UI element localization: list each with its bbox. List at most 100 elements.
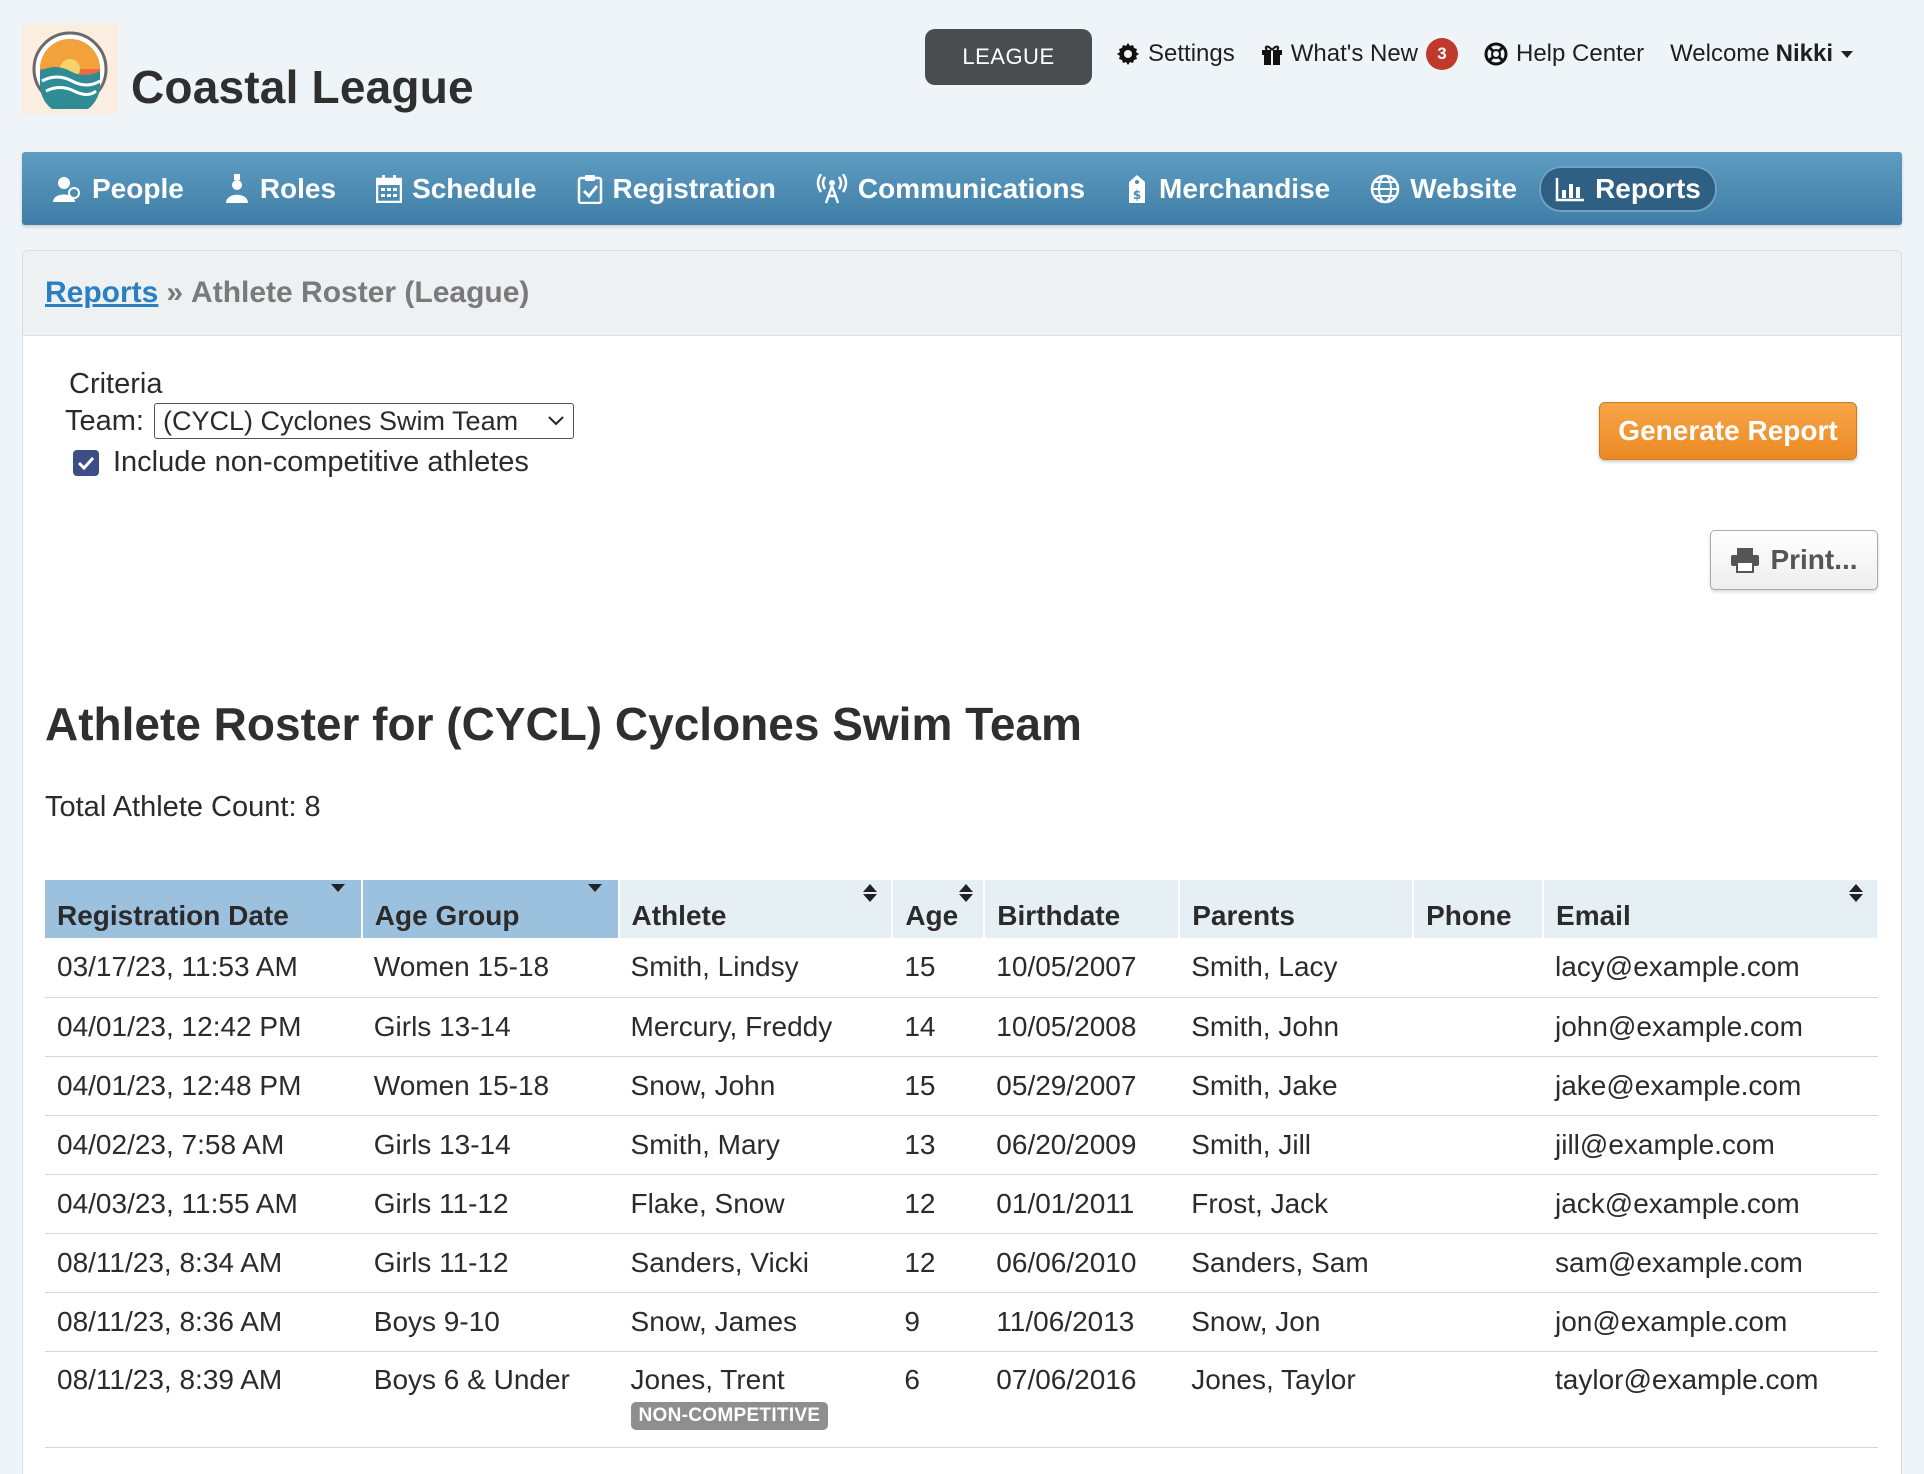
- header-registration-date-label: Registration Date: [57, 900, 289, 931]
- criteria-label: Criteria: [69, 368, 163, 400]
- cell-email: sam@example.com: [1543, 1233, 1878, 1293]
- header-parents: Parents: [1179, 880, 1415, 938]
- cell-parents: Frost, Jack: [1179, 1174, 1414, 1234]
- roster-table: Registration Date Age Group Athlete Age …: [45, 880, 1879, 1448]
- cell-parents: Smith, John: [1179, 997, 1414, 1057]
- broadcast-tower-icon: [816, 173, 848, 203]
- whats-new-link[interactable]: What's New 3: [1261, 38, 1458, 70]
- cell-birthdate: 07/06/2016: [984, 1351, 1180, 1448]
- table-row: 03/17/23, 11:53 AM Women 15-18 Smith, Li…: [45, 938, 1878, 998]
- team-label: Team:: [65, 404, 144, 437]
- globe-icon: [1370, 174, 1400, 203]
- cell-age: 12: [892, 1174, 985, 1234]
- cell-age: 6: [892, 1351, 985, 1448]
- cell-parents: Sanders, Sam: [1179, 1233, 1414, 1293]
- header-registration-date[interactable]: Registration Date: [45, 880, 363, 938]
- welcome-text: Welcome: [1670, 40, 1770, 67]
- nav-communications-label: Communications: [857, 172, 1086, 204]
- cell-age: 13: [892, 1115, 985, 1175]
- cell-age-group: Girls 13-14: [361, 997, 619, 1057]
- cell-phone: [1413, 1292, 1544, 1352]
- nav-reports[interactable]: Reports: [1539, 165, 1717, 212]
- nav-website-label: Website: [1410, 172, 1518, 204]
- nav-roles[interactable]: Roles: [224, 166, 336, 212]
- gift-icon: [1261, 45, 1282, 65]
- league-logo[interactable]: [22, 24, 118, 114]
- table-row: 08/11/23, 8:36 AM Boys 9-10 Snow, James …: [45, 1292, 1878, 1352]
- cell-phone: [1413, 938, 1544, 998]
- athlete-name: Jones, Trent: [630, 1363, 785, 1395]
- team-criteria: Team: (CYCL) Cyclones Swim Team: [65, 403, 574, 439]
- cell-age-group: Girls 11-12: [361, 1233, 619, 1293]
- table-row: 04/03/23, 11:55 AM Girls 11-12 Flake, Sn…: [45, 1174, 1878, 1234]
- cell-age: 9: [892, 1292, 985, 1352]
- breadcrumb-separator: »: [166, 276, 184, 309]
- cell-birthdate: 10/05/2007: [984, 938, 1180, 998]
- cell-age-group: Girls 11-12: [361, 1174, 619, 1234]
- header-phone: Phone: [1413, 880, 1545, 938]
- include-noncompetitive-row[interactable]: Include non-competitive athletes: [73, 446, 529, 479]
- header-age[interactable]: Age: [892, 880, 986, 938]
- generate-report-button[interactable]: Generate Report: [1599, 402, 1857, 460]
- cell-birthdate: 06/20/2009: [984, 1115, 1180, 1175]
- header-email[interactable]: Email: [1543, 880, 1879, 938]
- header-age-group-label: Age Group: [374, 900, 520, 931]
- sort-desc-icon: [330, 884, 345, 892]
- table-row: 04/01/23, 12:42 PM Girls 13-14 Mercury, …: [45, 997, 1878, 1057]
- sort-icon: [863, 882, 878, 904]
- breadcrumb-current: Athlete Roster (League): [191, 276, 530, 309]
- user-menu[interactable]: Welcome Nikki: [1670, 40, 1854, 68]
- cell-email: jill@example.com: [1543, 1115, 1878, 1175]
- bar-chart-icon: [1555, 177, 1585, 201]
- nav-registration[interactable]: Registration: [577, 166, 776, 212]
- cell-age: 15: [892, 938, 985, 998]
- print-button[interactable]: Print...: [1710, 530, 1878, 590]
- settings-link[interactable]: Settings: [1116, 40, 1235, 68]
- cell-email: taylor@example.com: [1543, 1351, 1878, 1448]
- checkmark-icon: [77, 456, 95, 470]
- nav-communications[interactable]: Communications: [816, 166, 1085, 212]
- help-center-link[interactable]: Help Center: [1484, 40, 1644, 68]
- cell-athlete: Jones, Trent NON-COMPETITIVE: [618, 1351, 893, 1448]
- sort-desc-icon: [587, 884, 602, 892]
- settings-label: Settings: [1148, 40, 1235, 67]
- include-noncompetitive-label: Include non-competitive athletes: [113, 446, 529, 478]
- nav-schedule-label: Schedule: [412, 172, 537, 204]
- printer-icon: [1731, 548, 1760, 573]
- header-age-group[interactable]: Age Group: [361, 880, 620, 938]
- cell-phone: [1413, 1351, 1544, 1448]
- badge-person-icon: [225, 173, 248, 203]
- top-links: Settings What's New 3 Help Center Welcom…: [1116, 38, 1854, 70]
- price-tag-icon: $: [1129, 174, 1146, 203]
- cell-parents: Smith, Lacy: [1179, 938, 1414, 998]
- nav-registration-label: Registration: [612, 172, 776, 204]
- header-athlete[interactable]: Athlete: [618, 880, 894, 938]
- cell-registration-date: 08/11/23, 8:39 AM: [45, 1351, 362, 1448]
- league-button[interactable]: LEAGUE: [925, 29, 1092, 85]
- sort-icon: [1849, 882, 1863, 904]
- nav-merchandise[interactable]: $ Merchandise: [1125, 166, 1330, 212]
- cell-age-group: Girls 13-14: [361, 1115, 619, 1175]
- breadcrumb-reports-link[interactable]: Reports: [45, 276, 158, 310]
- nav-schedule[interactable]: Schedule: [376, 166, 537, 212]
- nav-people[interactable]: People: [52, 166, 184, 212]
- total-athlete-count: Total Athlete Count: 8: [45, 791, 321, 823]
- team-select[interactable]: (CYCL) Cyclones Swim Team: [153, 403, 574, 439]
- clipboard-check-icon: [577, 174, 602, 204]
- svg-text:$: $: [1133, 188, 1141, 202]
- cell-email: jon@example.com: [1543, 1292, 1878, 1352]
- report-panel: Reports » Athlete Roster (League) Criter…: [22, 250, 1902, 1474]
- nav-website[interactable]: Website: [1370, 166, 1517, 212]
- sort-icon: [959, 882, 974, 904]
- cell-registration-date: 04/03/23, 11:55 AM: [45, 1174, 362, 1234]
- include-noncompetitive-checkbox[interactable]: [73, 449, 99, 476]
- cell-registration-date: 08/11/23, 8:36 AM: [45, 1292, 362, 1352]
- cell-birthdate: 06/06/2010: [984, 1233, 1180, 1293]
- help-center-label: Help Center: [1516, 40, 1645, 67]
- cell-email: jake@example.com: [1543, 1056, 1878, 1116]
- non-competitive-badge: NON-COMPETITIVE: [630, 1401, 829, 1430]
- table-row: 08/11/23, 8:34 AM Girls 11-12 Sanders, V…: [45, 1233, 1878, 1293]
- header-birthdate: Birthdate: [984, 880, 1181, 938]
- table-row: 04/02/23, 7:58 AM Girls 13-14 Smith, Mar…: [45, 1115, 1878, 1175]
- nav-merchandise-label: Merchandise: [1159, 172, 1331, 204]
